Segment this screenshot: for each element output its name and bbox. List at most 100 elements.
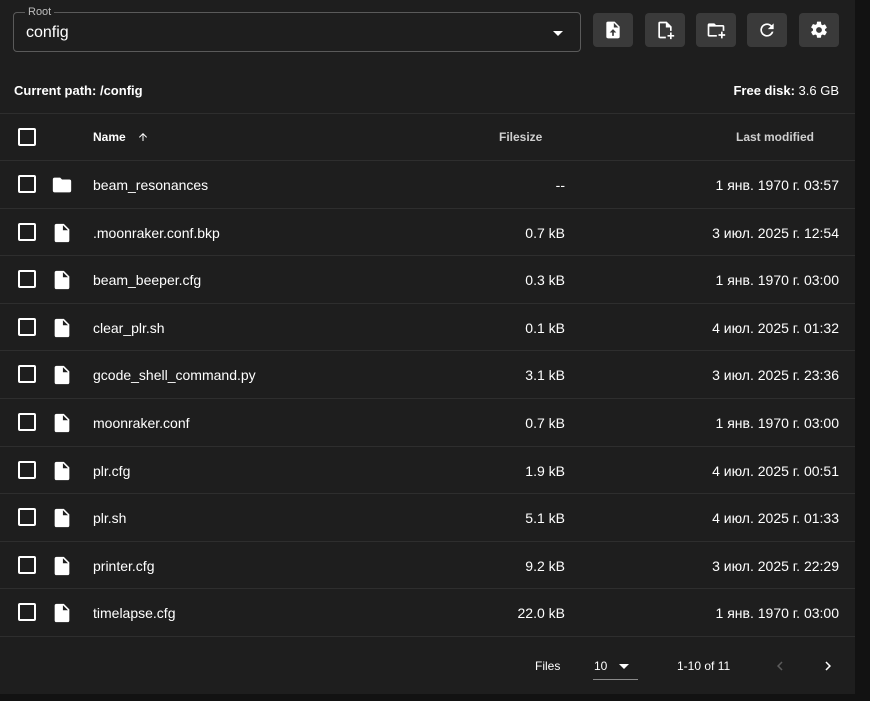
path-bar: Current path: /config Free disk: 3.6 GB <box>0 68 855 114</box>
file-modified: 3 июл. 2025 г. 22:29 <box>712 557 839 574</box>
new-folder-button[interactable] <box>696 13 736 47</box>
row-checkbox[interactable] <box>18 317 36 336</box>
new-file-button[interactable] <box>645 13 685 47</box>
current-path-value: /config <box>99 83 143 98</box>
column-header-name-label: Name <box>93 130 126 144</box>
file-icon <box>54 318 70 337</box>
file-name: beam_beeper.cfg <box>93 272 202 289</box>
row-checkbox[interactable] <box>18 508 36 527</box>
file-modified: 1 янв. 1970 г. 03:00 <box>715 414 839 431</box>
file-name: plr.sh <box>93 510 127 527</box>
gear-icon <box>811 21 827 38</box>
row-checkbox[interactable] <box>18 222 36 241</box>
file-table: Name Filesize Last modified beam_resonan… <box>0 114 855 637</box>
file-modified: 4 июл. 2025 г. 00:51 <box>712 462 839 479</box>
file-modified: 1 янв. 1970 г. 03:00 <box>715 605 839 622</box>
folder-plus-icon <box>707 23 726 39</box>
chevron-right-icon <box>825 661 831 671</box>
file-upload-icon <box>606 21 620 39</box>
table-row[interactable]: timelapse.cfg 22.0 kB 1 янв. 1970 г. 03:00 <box>0 589 855 637</box>
column-header-name[interactable]: Name <box>93 130 149 144</box>
file-icon <box>54 461 70 480</box>
file-name: gcode_shell_command.py <box>93 367 256 384</box>
upload-file-button[interactable] <box>593 13 633 47</box>
file-size: 0.1 kB <box>525 319 565 336</box>
file-modified: 4 июл. 2025 г. 01:33 <box>712 510 839 527</box>
chevron-left-icon <box>777 661 783 671</box>
file-name: .moonraker.conf.bkp <box>93 224 220 241</box>
table-row[interactable]: beam_resonances -- 1 янв. 1970 г. 03:57 <box>0 161 855 209</box>
file-icon <box>54 413 70 433</box>
file-size: 3.1 kB <box>525 367 565 384</box>
select-all-checkbox[interactable] <box>18 128 36 146</box>
file-size: 1.9 kB <box>525 462 565 479</box>
table-row[interactable]: gcode_shell_command.py 3.1 kB 3 июл. 2025 … <box>0 351 855 399</box>
free-disk-label: Free disk: <box>733 83 795 98</box>
table-footer: Files 10 1-10 of 11 <box>0 638 855 694</box>
column-header-filesize[interactable]: Filesize <box>499 130 542 144</box>
row-checkbox[interactable] <box>18 365 36 384</box>
file-icon <box>54 508 70 528</box>
file-modified: 1 янв. 1970 г. 03:00 <box>715 272 839 289</box>
refresh-button[interactable] <box>747 13 787 47</box>
page-edge <box>855 0 870 701</box>
file-name: beam_resonances <box>93 177 209 193</box>
file-icon <box>54 366 70 385</box>
file-size: 5.1 kB <box>525 510 565 527</box>
file-modified: 1 янв. 1970 г. 03:57 <box>715 177 839 193</box>
row-checkbox[interactable] <box>18 555 36 574</box>
file-size: 0.7 kB <box>525 224 565 241</box>
items-per-page-label: Files <box>535 659 561 673</box>
file-name: timelapse.cfg <box>93 605 176 622</box>
file-icon <box>54 223 70 242</box>
arrow-up-icon <box>139 133 148 141</box>
row-checkbox[interactable] <box>18 175 36 193</box>
file-plus-icon <box>658 21 675 40</box>
next-page-button[interactable] <box>816 654 840 678</box>
table-row[interactable]: beam_beeper.cfg 0.3 kB 1 янв. 1970 г. 03:0… <box>0 256 855 304</box>
table-row[interactable]: plr.cfg 1.9 kB 4 июл. 2025 г. 00:51 <box>0 447 855 495</box>
file-modified: 4 июл. 2025 г. 01:32 <box>712 319 839 336</box>
table-row[interactable]: clear_plr.sh 0.1 kB 4 июл. 2025 г. 01:32 <box>0 304 855 352</box>
file-modified: 3 июл. 2025 г. 12:54 <box>712 224 839 241</box>
previous-page-button[interactable] <box>768 654 792 678</box>
root-select-value: config <box>26 24 69 41</box>
table-body: beam_resonances -- 1 янв. 1970 г. 03:57 .mo… <box>0 161 855 637</box>
table-row[interactable]: printer.cfg 9.2 kB 3 июл. 2025 г. 22:29 <box>0 542 855 590</box>
file-size: 0.3 kB <box>525 272 565 289</box>
refresh-icon <box>760 23 774 37</box>
row-checkbox[interactable] <box>18 460 36 479</box>
file-modified: 3 июл. 2025 г. 23:36 <box>712 367 839 384</box>
chevron-down-icon <box>619 664 629 669</box>
file-browser-panel: Root config Current path: /config Free d… <box>0 0 855 694</box>
file-size: 0.7 kB <box>525 414 565 431</box>
file-size: 22.0 kB <box>517 605 565 622</box>
table-header: Name Filesize Last modified <box>0 114 855 161</box>
row-checkbox[interactable] <box>18 603 36 622</box>
column-header-modified[interactable]: Last modified <box>736 130 814 144</box>
current-path: Current path: /config <box>14 83 143 98</box>
current-path-label: Current path: <box>14 83 97 98</box>
file-size: -- <box>555 177 565 193</box>
table-row[interactable]: plr.sh 5.1 kB 4 июл. 2025 г. 01:33 <box>0 494 855 542</box>
folder-icon <box>52 177 72 193</box>
free-disk-value: 3.6 GB <box>798 83 839 98</box>
table-row[interactable]: .moonraker.conf.bkp 0.7 kB 3 июл. 2025 г. … <box>0 209 855 257</box>
items-per-page-select[interactable]: 10 <box>593 652 638 680</box>
settings-button[interactable] <box>799 13 839 47</box>
file-icon <box>54 556 70 575</box>
file-icon <box>54 604 70 623</box>
row-checkbox[interactable] <box>18 412 36 431</box>
file-size: 9.2 kB <box>525 557 565 574</box>
chevron-down-icon <box>553 31 563 36</box>
root-select[interactable]: Root config <box>13 6 581 52</box>
free-disk: Free disk: 3.6 GB <box>733 83 839 98</box>
root-select-label: Root <box>25 6 55 18</box>
row-checkbox[interactable] <box>18 270 36 289</box>
file-name: printer.cfg <box>93 557 155 574</box>
file-name: moonraker.conf <box>93 414 190 431</box>
page-range: 1-10 of 11 <box>677 659 731 673</box>
file-icon <box>54 271 70 290</box>
file-name: clear_plr.sh <box>93 319 165 336</box>
table-row[interactable]: moonraker.conf 0.7 kB 1 янв. 1970 г. 03:00 <box>0 399 855 447</box>
